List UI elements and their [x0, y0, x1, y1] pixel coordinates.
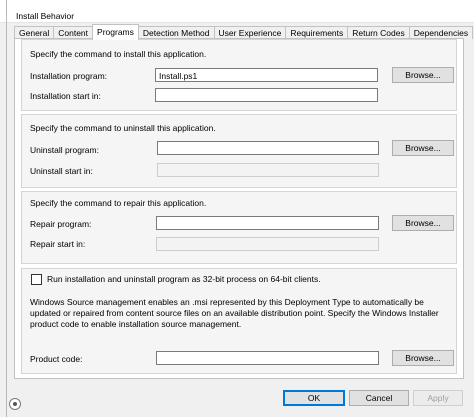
uninstall-heading: Specify the command to uninstall this ap… [30, 123, 216, 133]
title-bar: Install Behavior [0, 0, 474, 23]
run-32bit-checkbox[interactable] [31, 274, 42, 285]
repair-group: Specify the command to repair this appli… [21, 191, 457, 264]
uninstall-start-in-field [157, 163, 379, 177]
run-32bit-label: Run installation and uninstall program a… [47, 274, 321, 284]
tab-strip: General Content Programs Detection Metho… [14, 24, 474, 40]
repair-browse-button[interactable]: Browse... [392, 215, 454, 231]
uninstall-program-field[interactable] [157, 141, 379, 155]
uninstall-program-label: Uninstall program: [30, 145, 99, 155]
uninstall-group: Specify the command to uninstall this ap… [21, 114, 457, 188]
installation-start-in-label: Installation start in: [30, 91, 101, 101]
repair-start-in-label: Repair start in: [30, 239, 86, 249]
installation-program-label: Installation program: [30, 71, 108, 81]
window-title: Install Behavior [16, 11, 75, 21]
options-group: Run installation and uninstall program a… [21, 268, 457, 374]
install-browse-button[interactable]: Browse... [392, 67, 454, 83]
window-frame-left [6, 0, 7, 417]
apply-button[interactable]: Apply [413, 390, 463, 406]
source-management-description: Windows Source management enables an .ms… [30, 297, 439, 329]
product-code-field[interactable] [156, 351, 379, 365]
ok-button[interactable]: OK [283, 390, 345, 406]
installation-start-in-field[interactable] [155, 88, 378, 102]
status-indicator-icon [9, 398, 21, 410]
product-code-label: Product code: [30, 354, 83, 364]
cancel-button[interactable]: Cancel [349, 390, 409, 406]
install-heading: Specify the command to install this appl… [30, 49, 207, 59]
repair-program-field[interactable] [156, 216, 379, 230]
uninstall-browse-button[interactable]: Browse... [392, 140, 454, 156]
install-group: Specify the command to install this appl… [21, 39, 457, 111]
repair-start-in-field [156, 237, 379, 251]
tab-programs[interactable]: Programs [92, 24, 139, 40]
repair-heading: Specify the command to repair this appli… [30, 198, 207, 208]
product-code-browse-button[interactable]: Browse... [392, 350, 454, 366]
programs-panel: Specify the command to install this appl… [14, 38, 464, 379]
repair-program-label: Repair program: [30, 219, 92, 229]
installation-program-field[interactable]: Install.ps1 [155, 68, 378, 82]
uninstall-start-in-label: Uninstall start in: [30, 166, 93, 176]
